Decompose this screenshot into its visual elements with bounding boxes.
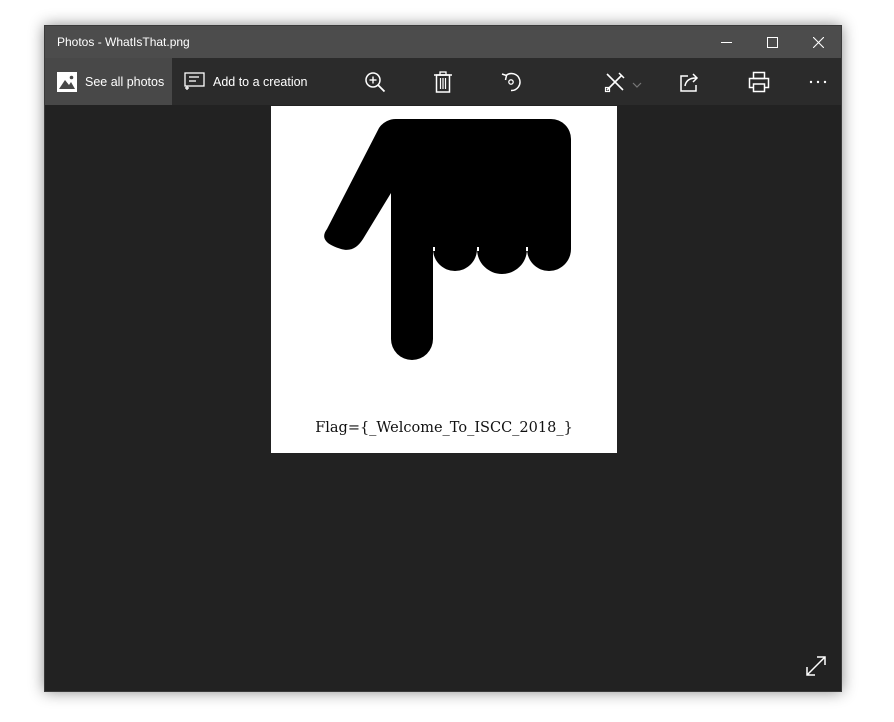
print-icon [748, 71, 770, 93]
add-to-creation-button[interactable]: Add to a creation [184, 58, 308, 105]
window-title: Photos - WhatIsThat.png [57, 35, 190, 49]
pointing-hand-image [324, 118, 571, 360]
delete-button[interactable] [429, 68, 457, 96]
close-button[interactable] [795, 26, 841, 58]
maximize-icon [766, 36, 778, 48]
trash-icon [434, 71, 452, 93]
edit-dropdown-chevron[interactable] [632, 76, 642, 94]
zoom-button[interactable] [361, 68, 389, 96]
minimize-button[interactable] [703, 26, 749, 58]
rotate-icon [501, 72, 521, 92]
add-to-creation-label: Add to a creation [213, 74, 308, 89]
edit-create-button[interactable] [601, 68, 629, 96]
minimize-icon [720, 41, 732, 43]
see-all-photos-label: See all photos [85, 74, 165, 89]
photos-icon [57, 71, 77, 92]
fullscreen-icon [806, 656, 826, 676]
chevron-down-icon [632, 82, 642, 88]
displayed-photo[interactable]: Flag={_Welcome_To_ISCC_2018_} [271, 106, 617, 453]
rotate-button[interactable] [497, 68, 525, 96]
fullscreen-button[interactable] [805, 655, 827, 677]
see-all-photos-button[interactable]: See all photos [57, 58, 164, 105]
edit-create-icon [604, 72, 625, 93]
zoom-in-icon [365, 72, 386, 93]
photos-app-window: Photos - WhatIsThat.png See all photos A… [44, 25, 842, 692]
more-button[interactable] [804, 68, 832, 96]
print-button[interactable] [745, 68, 773, 96]
close-icon [812, 36, 824, 48]
more-icon [809, 80, 827, 84]
title-bar[interactable]: Photos - WhatIsThat.png [45, 26, 841, 58]
share-button[interactable] [676, 68, 704, 96]
share-icon [680, 73, 699, 92]
toolbar: See all photos Add to a creation [45, 58, 841, 105]
maximize-button[interactable] [749, 26, 795, 58]
creation-icon [184, 72, 205, 90]
image-caption-text: Flag={_Welcome_To_ISCC_2018_} [315, 420, 573, 436]
